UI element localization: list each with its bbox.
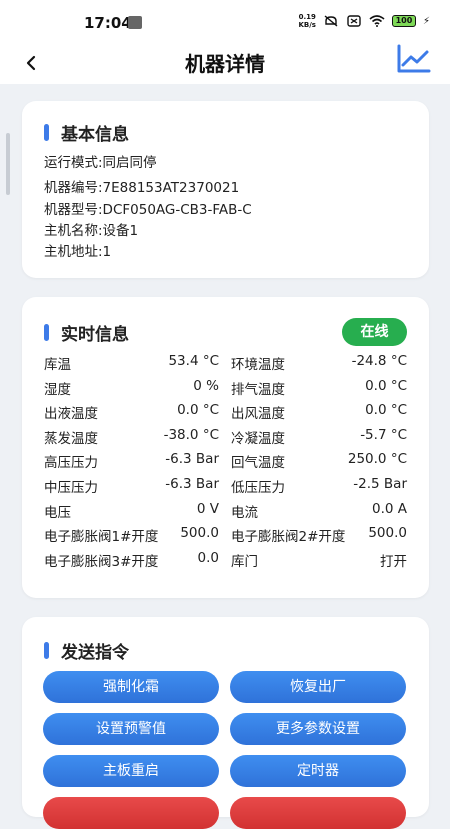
realtime-row: 电子膨胀阀3#开度 0.0 库门 打开: [22, 550, 429, 572]
metric-label: 回气温度: [231, 455, 285, 472]
realtime-row: 湿度 0 % 排气温度 0.0 °C: [22, 378, 429, 400]
run-mode: 运行模式:同启同停: [44, 155, 157, 171]
wrench-icon: [128, 16, 142, 29]
metric-label: 电子膨胀阀3#开度: [44, 553, 159, 570]
charging-icon: ⚡: [422, 15, 430, 27]
metric-label: 库温: [44, 357, 71, 373]
wifi-icon: [369, 15, 385, 27]
metric-value: -38.0 °C: [163, 426, 219, 443]
basic-info-title: 基本信息: [61, 124, 129, 145]
metric-value: 500.0: [180, 525, 219, 542]
realtime-info-card: 实时信息 在线 库温 53.4 °C 环境温度 -24.8 °C 湿度 0 % 排气温度 0.…: [22, 297, 429, 598]
status-time: 17:04: [84, 14, 132, 32]
sim-icon: [347, 15, 361, 27]
host-address: 主机地址:1: [44, 244, 112, 260]
net-speed-value: 0.19: [298, 13, 316, 21]
net-speed: 0.19 KB/s: [298, 13, 315, 29]
metric-label: 电子膨胀阀1#开度: [44, 529, 159, 546]
metric-label: 湿度: [44, 381, 71, 398]
metric-label: 中压压力: [44, 480, 98, 496]
metric-value: 0.0 °C: [365, 402, 407, 419]
metric-label: 冷凝温度: [231, 430, 285, 447]
commands-card: 发送指令 强制化霜 恢复出厂 设置预警值 更多参数设置 主板重启 定时器: [22, 617, 429, 829]
basic-info-card: 基本信息 运行模式:同启同停 机器编号:7E88153AT2370021 机器型…: [22, 101, 429, 278]
mute-icon: [324, 15, 338, 27]
section-accent-bar: [44, 123, 49, 141]
scroll-indicator[interactable]: [6, 133, 10, 195]
metric-value: 500.0: [368, 525, 407, 542]
metric-value: 0 %: [193, 377, 219, 394]
realtime-row: 电压 0 V 电流 0.0 A: [22, 501, 429, 523]
net-speed-unit: KB/s: [298, 21, 316, 29]
chart-icon[interactable]: [396, 44, 432, 76]
realtime-info-title: 实时信息: [61, 324, 129, 345]
metric-value: 53.4 °C: [168, 353, 219, 369]
metric-label: 电压: [44, 504, 71, 521]
basic-info-header: 基本信息: [44, 121, 129, 145]
metric-label: 电子膨胀阀2#开度: [231, 529, 346, 546]
factory-reset-button[interactable]: 恢复出厂: [230, 671, 406, 703]
status-bar: 17:04 0.19 KB/s 100 ⚡: [0, 0, 450, 44]
metric-label: 排气温度: [231, 381, 285, 398]
metric-label: 出风温度: [231, 406, 285, 423]
realtime-row: 电子膨胀阀1#开度 500.0 电子膨胀阀2#开度 500.0: [22, 525, 429, 547]
metric-label: 环境温度: [231, 357, 285, 373]
danger-button-right[interactable]: [230, 797, 406, 829]
page-title: 机器详情: [185, 52, 265, 76]
realtime-row: 库温 53.4 °C 环境温度 -24.8 °C: [22, 353, 429, 375]
status-icons: 0.19 KB/s 100 ⚡: [298, 13, 430, 29]
machine-serial: 机器编号:7E88153AT2370021: [44, 180, 240, 196]
metric-label: 高压压力: [44, 455, 98, 472]
metric-value: -6.3 Bar: [165, 476, 219, 492]
force-defrost-button[interactable]: 强制化霜: [43, 671, 219, 703]
metric-label: 库门: [231, 553, 258, 570]
set-alarm-value-button[interactable]: 设置预警值: [43, 713, 219, 745]
metric-value: 0.0 °C: [365, 377, 407, 394]
more-settings-button[interactable]: 更多参数设置: [230, 713, 406, 745]
realtime-info-header: 实时信息: [44, 321, 129, 345]
timer-button[interactable]: 定时器: [230, 755, 406, 787]
metric-value: 0.0: [197, 549, 219, 566]
host-name: 主机名称:设备1: [44, 223, 139, 239]
realtime-row: 蒸发温度 -38.0 °C 冷凝温度 -5.7 °C: [22, 427, 429, 449]
metric-value: 打开: [380, 553, 407, 570]
metric-value: 0.0 °C: [177, 402, 219, 419]
realtime-row: 出液温度 0.0 °C 出风温度 0.0 °C: [22, 402, 429, 424]
metric-value: -24.8 °C: [351, 353, 407, 369]
metric-value: -5.7 °C: [360, 426, 407, 443]
commands-header: 发送指令: [44, 639, 129, 663]
section-accent-bar: [44, 641, 49, 659]
title-bar: 机器详情: [0, 44, 450, 84]
metric-value: 0 V: [196, 500, 219, 517]
metric-value: -6.3 Bar: [165, 451, 219, 468]
realtime-row: 中压压力 -6.3 Bar 低压压力 -2.5 Bar: [22, 476, 429, 498]
online-status-badge: 在线: [342, 318, 407, 346]
board-restart-button[interactable]: 主板重启: [43, 755, 219, 787]
danger-button-left[interactable]: [43, 797, 219, 829]
section-accent-bar: [44, 323, 49, 341]
commands-title: 发送指令: [61, 642, 129, 663]
metric-label: 低压压力: [231, 480, 285, 496]
battery-icon: 100: [391, 15, 416, 27]
machine-model: 机器型号:DCF050AG-CB3-FAB-C: [44, 202, 252, 218]
metric-value: 250.0 °C: [347, 451, 407, 468]
realtime-row: 高压压力 -6.3 Bar 回气温度 250.0 °C: [22, 451, 429, 473]
metric-label: 出液温度: [44, 406, 98, 423]
metric-value: -2.5 Bar: [353, 476, 407, 492]
metric-value: 0.0 A: [372, 500, 407, 517]
metric-label: 蒸发温度: [44, 430, 98, 447]
metric-label: 电流: [231, 504, 258, 521]
